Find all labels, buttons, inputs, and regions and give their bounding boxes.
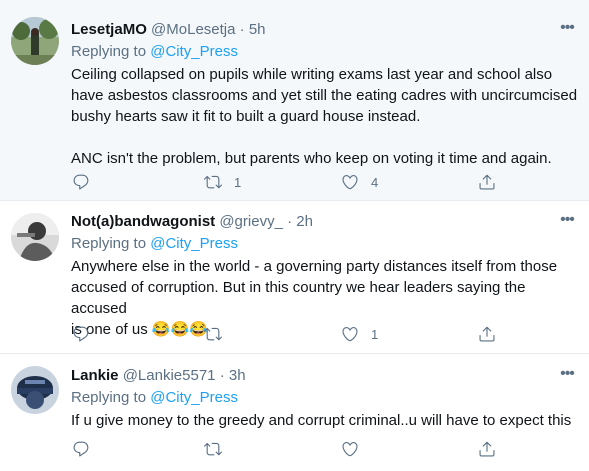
user-handle[interactable]: @grievy_ <box>219 213 283 230</box>
retweet-icon <box>204 325 222 343</box>
tweet-header: Not(a)bandwagonist @grievy_ · 2h <box>71 212 313 232</box>
timestamp[interactable]: 2h <box>296 213 313 230</box>
tweet-actions: 1 4 <box>71 171 501 193</box>
reply-button[interactable] <box>72 323 90 345</box>
tweet-text-line: have asbestos classrooms and yet still t… <box>71 87 578 104</box>
tweet-lankie[interactable]: Lankie @Lankie5571 · 3h ••• Replying to … <box>0 354 589 471</box>
tweet-actions: 1 <box>71 323 501 345</box>
display-name[interactable]: LesetjaMO <box>71 21 147 38</box>
share-button[interactable] <box>478 323 496 345</box>
tweet-header: Lankie @Lankie5571 · 3h <box>71 366 246 386</box>
separator-dot: · <box>287 213 293 230</box>
replying-to-label: Replying to <box>71 235 147 252</box>
avatar[interactable] <box>11 17 59 65</box>
tweet-header: LesetjaMO @MoLesetja · 5h <box>71 20 266 40</box>
display-name[interactable]: Not(a)bandwagonist <box>71 213 215 230</box>
more-icon[interactable]: ••• <box>557 366 577 387</box>
share-icon <box>478 325 496 343</box>
like-button[interactable]: 1 <box>341 323 378 345</box>
tweet-lesetjamo[interactable]: LesetjaMO @MoLesetja · 5h ••• Replying t… <box>0 0 589 201</box>
user-handle[interactable]: @MoLesetja <box>151 21 235 38</box>
timestamp[interactable]: 3h <box>229 367 246 384</box>
separator-dot: · <box>219 367 225 384</box>
replying-to-label: Replying to <box>71 43 147 60</box>
tweet-text-line: If u give money to the greedy and corrup… <box>71 412 572 429</box>
share-button[interactable] <box>478 438 496 460</box>
mention-link[interactable]: @City_Press <box>150 43 238 60</box>
like-button[interactable]: 4 <box>341 171 378 193</box>
replying-to: Replying to @City_Press <box>71 388 238 408</box>
more-icon[interactable]: ••• <box>557 212 577 233</box>
tweet-text-line: accused of corruption. But in this count… <box>71 279 526 317</box>
like-icon <box>341 173 359 191</box>
replying-to-label: Replying to <box>71 389 147 406</box>
tweet-text-line: Anywhere else in the world - a governing… <box>71 258 558 275</box>
mention-link[interactable]: @City_Press <box>150 389 238 406</box>
retweet-button[interactable]: 1 <box>204 171 241 193</box>
like-count: 4 <box>371 174 379 190</box>
separator-dot: · <box>239 21 245 38</box>
retweet-icon <box>204 440 222 458</box>
reply-icon <box>72 440 90 458</box>
retweet-count: 1 <box>234 174 242 190</box>
timestamp[interactable]: 5h <box>249 21 266 38</box>
reply-button[interactable] <box>72 171 90 193</box>
retweet-icon <box>204 173 222 191</box>
tweet-text-line: Ceiling collapsed on pupils while writin… <box>71 66 553 83</box>
like-button[interactable] <box>341 438 359 460</box>
share-icon <box>478 440 496 458</box>
tweet-text-line <box>71 127 581 148</box>
like-count: 1 <box>371 326 379 342</box>
share-button[interactable] <box>478 171 496 193</box>
avatar[interactable] <box>11 366 59 414</box>
more-icon[interactable]: ••• <box>557 20 577 41</box>
reply-icon <box>72 173 90 191</box>
mention-link[interactable]: @City_Press <box>150 235 238 252</box>
tweet-text-line: bushy hearts saw it fit to built a guard… <box>71 108 421 125</box>
like-icon <box>341 440 359 458</box>
replying-to: Replying to @City_Press <box>71 42 238 62</box>
like-icon <box>341 325 359 343</box>
tweet-text: Ceiling collapsed on pupils while writin… <box>71 64 581 169</box>
tweet-actions <box>71 438 501 460</box>
share-icon <box>478 173 496 191</box>
retweet-button[interactable] <box>204 323 222 345</box>
avatar[interactable] <box>11 213 59 261</box>
retweet-button[interactable] <box>204 438 222 460</box>
tweet-notabandwagonist[interactable]: Not(a)bandwagonist @grievy_ · 2h ••• Rep… <box>0 201 589 354</box>
tweet-text: If u give money to the greedy and corrup… <box>71 410 581 431</box>
user-handle[interactable]: @Lankie5571 <box>123 367 216 384</box>
reply-icon <box>72 325 90 343</box>
tweet-text-paragraph: ANC isn't the problem, but parents who k… <box>71 150 552 167</box>
reply-button[interactable] <box>72 438 90 460</box>
display-name[interactable]: Lankie <box>71 367 119 384</box>
replying-to: Replying to @City_Press <box>71 234 238 254</box>
